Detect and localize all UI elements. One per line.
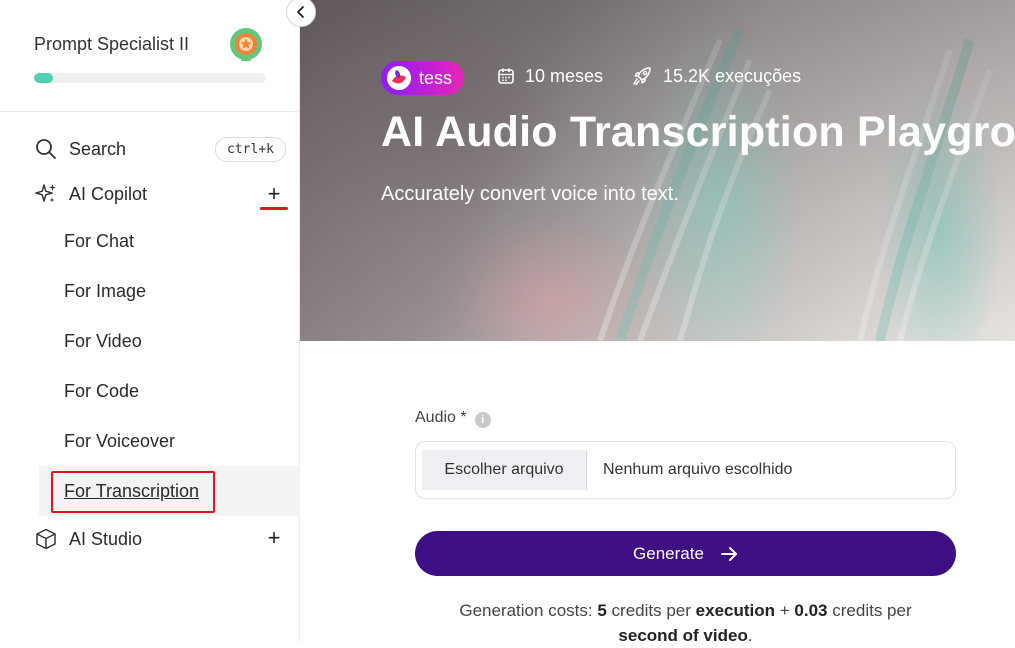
arrow-right-icon xyxy=(720,546,738,562)
expand-button-highlight xyxy=(260,207,288,210)
page-subtitle: Accurately convert voice into text. xyxy=(381,183,679,205)
audio-file-input[interactable]: Escolher arquivo Nenhum arquivo escolhid… xyxy=(415,441,956,499)
cost-execution-credits: 5 xyxy=(597,601,607,620)
sidebar-item-for-image[interactable]: For Image xyxy=(64,281,146,302)
audio-field-label: Audio * i xyxy=(415,408,491,428)
choose-file-button[interactable]: Escolher arquivo xyxy=(422,450,587,490)
execution-count: 15.2K execuções xyxy=(631,63,801,89)
execution-count-label: 15.2K execuções xyxy=(663,65,802,86)
template-age: 10 meses xyxy=(497,63,603,89)
level-progress-bar xyxy=(34,73,266,83)
sidebar-search-label: Search xyxy=(69,138,127,159)
cost-second-credits: 0.03 xyxy=(794,601,828,620)
highlight-box xyxy=(51,471,215,513)
search-shortcut-badge: ctrl+k xyxy=(215,137,286,162)
hero-overlay xyxy=(300,0,1015,341)
cost-second-word: second of video xyxy=(618,626,748,645)
cost-mid-2: credits per xyxy=(832,601,912,620)
sparkles-icon xyxy=(34,182,58,206)
sidebar: Prompt Specialist II Search ctrl+k AI Co… xyxy=(0,0,300,642)
level-progress-fill xyxy=(34,73,53,83)
sidebar-item-ai-studio[interactable]: AI Studio xyxy=(34,525,142,553)
tess-logo-icon xyxy=(387,66,411,90)
ai-studio-expand-button[interactable]: + xyxy=(262,527,286,551)
file-status-text: Nenhum arquivo escolhido xyxy=(603,461,793,478)
audio-field-label-text: Audio * xyxy=(415,409,467,426)
cost-plus: + xyxy=(779,601,790,620)
calendar-icon xyxy=(497,67,515,85)
chevron-left-icon xyxy=(294,5,308,19)
cost-prefix: Generation costs: xyxy=(459,601,593,620)
page-title: AI Audio Transcription Playground xyxy=(381,108,1015,156)
hero-banner: tess 10 meses 15.2K execuções AI Audio T… xyxy=(300,0,1015,341)
sidebar-item-for-video[interactable]: For Video xyxy=(64,331,142,352)
author-tag[interactable]: tess xyxy=(381,61,465,95)
template-age-label: 10 meses xyxy=(525,65,604,86)
info-icon[interactable]: i xyxy=(474,412,491,428)
generate-button-label: Generate xyxy=(633,543,704,563)
ai-copilot-expand-button[interactable]: + xyxy=(262,183,286,207)
sidebar-search[interactable]: Search xyxy=(34,135,126,163)
cost-execution-word: execution xyxy=(695,601,776,620)
cost-mid-1: credits per xyxy=(611,601,691,620)
sidebar-item-ai-copilot-label: AI Copilot xyxy=(69,183,148,204)
profile-level-title: Prompt Specialist II xyxy=(34,34,190,54)
search-icon xyxy=(34,137,58,161)
rocket-icon xyxy=(631,65,653,87)
sidebar-item-ai-studio-label: AI Studio xyxy=(69,528,143,549)
cube-icon xyxy=(34,527,58,551)
generation-cost-info: Generation costs: 5 credits per executio… xyxy=(415,598,956,648)
author-tag-label: tess xyxy=(419,67,453,88)
profile-card[interactable]: Prompt Specialist II xyxy=(0,0,300,112)
sidebar-item-for-voiceover[interactable]: For Voiceover xyxy=(64,431,175,452)
level-badge-icon xyxy=(228,26,264,62)
sidebar-item-for-code[interactable]: For Code xyxy=(64,381,139,402)
sidebar-item-for-chat[interactable]: For Chat xyxy=(64,231,134,252)
cost-end: . xyxy=(747,626,753,645)
sidebar-item-ai-copilot[interactable]: AI Copilot xyxy=(34,180,147,208)
generate-button[interactable]: Generate xyxy=(415,531,956,576)
